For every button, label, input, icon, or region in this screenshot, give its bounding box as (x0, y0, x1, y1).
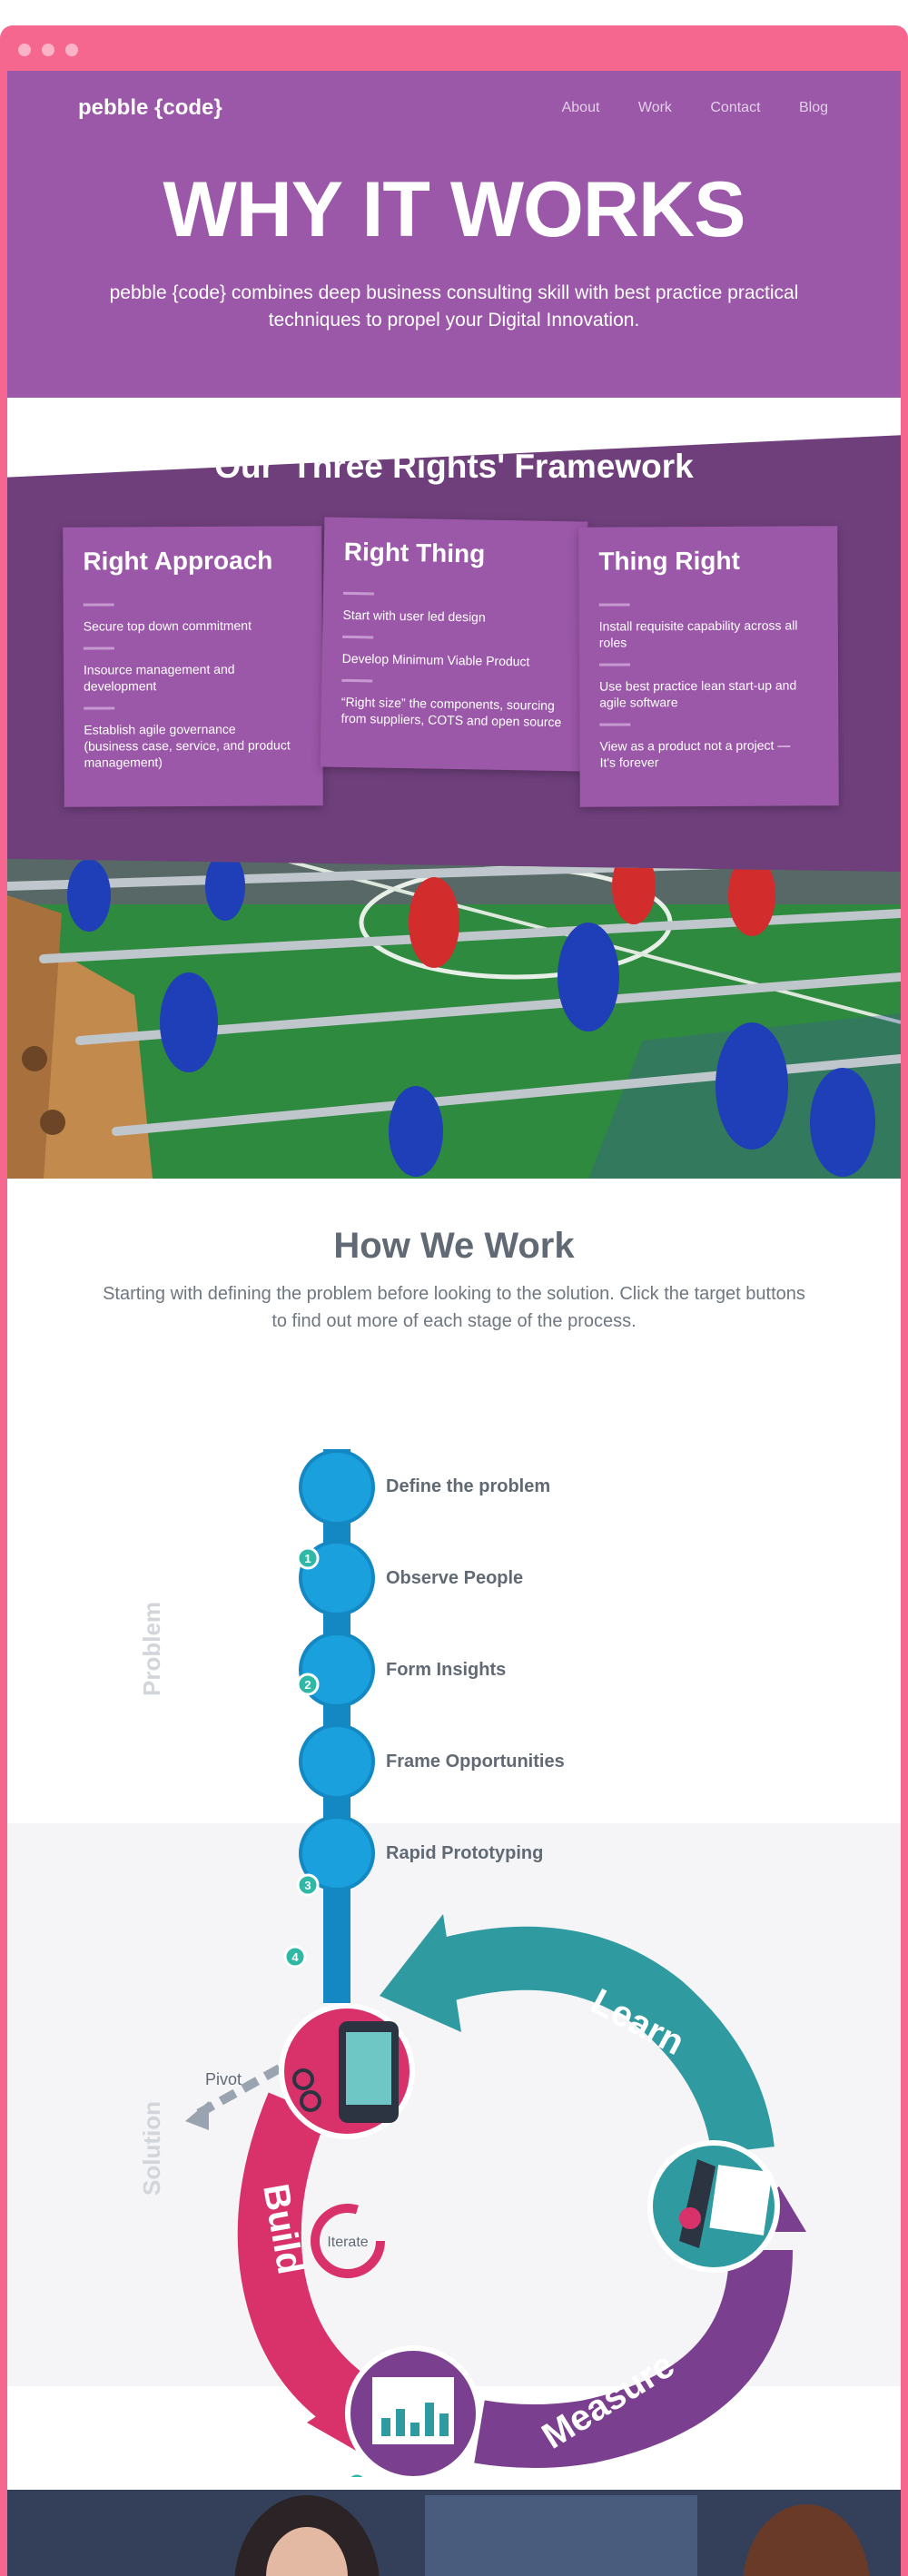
how-we-work-subtitle: Starting with defining the problem befor… (103, 1284, 805, 1331)
window-dot-icon[interactable] (18, 44, 31, 56)
divider (341, 678, 373, 683)
card-right-thing: Right Thing Start with user led design D… (320, 517, 588, 772)
stage-form-insights[interactable]: Form Insights (386, 1660, 506, 1681)
card-item: Use best practice lean start-up and agil… (599, 677, 797, 710)
card-item: Insource management and development (83, 661, 235, 694)
step-number: 3 (304, 1879, 311, 1892)
hero-title: WHY IT WORKS (163, 166, 746, 253)
stage-target-button[interactable] (299, 1449, 375, 1525)
divider (598, 663, 630, 666)
pivot-label: Pivot (205, 2070, 242, 2088)
window-dot-icon[interactable] (65, 44, 78, 56)
step-number: 4 (291, 1950, 299, 1964)
divider (84, 706, 115, 710)
divider (598, 603, 630, 607)
divider (83, 603, 114, 607)
team-photo (7, 2477, 901, 2576)
nav-work[interactable]: Work (638, 100, 672, 115)
divider (599, 723, 631, 726)
window-controls (18, 44, 89, 61)
card-item: “Right size” the components, sourcing fr… (340, 694, 562, 730)
divider (342, 635, 374, 639)
framework-title: Our 'Three Rights' Framework (214, 448, 694, 485)
divider (83, 646, 114, 650)
card-item: Establish agile governance (business cas… (84, 721, 291, 770)
step-number: 2 (304, 1678, 311, 1692)
card-title: Thing Right (598, 546, 740, 576)
card-item: Develop Minimum Viable Product (341, 650, 530, 669)
card-title: Right Thing (343, 537, 486, 568)
hero-subtitle: pebble {code} combines deep business con… (109, 282, 799, 331)
learn-arc (424, 1926, 775, 2155)
how-we-work-title: How We Work (333, 1226, 575, 1266)
document-icon (709, 2165, 773, 2235)
card-item: Install requisite capability across all … (598, 617, 798, 650)
main-nav: About Work Contact Blog (528, 100, 828, 116)
pivot-arrowhead-icon (185, 2101, 209, 2130)
card-item: Secure top down commitment (83, 617, 252, 634)
nav-blog[interactable]: Blog (799, 100, 828, 115)
stage-define-problem[interactable]: Define the problem (386, 1476, 550, 1497)
nav-contact[interactable]: Contact (710, 100, 760, 115)
stage-target-button[interactable] (299, 1723, 375, 1800)
card-item: Start with user led design (342, 607, 486, 625)
step-number: 1 (304, 1552, 311, 1565)
divider (342, 591, 374, 596)
stage-rapid-prototyping[interactable]: Rapid Prototyping (386, 1843, 543, 1864)
stage-target-button[interactable] (299, 1632, 375, 1708)
site-logo[interactable]: pebble {code} (78, 95, 222, 121)
card-title: Right Approach (83, 546, 273, 576)
nav-about[interactable]: About (562, 100, 600, 115)
foosball-image (7, 859, 901, 1179)
card-item: View as a product not a project — It's f… (599, 737, 791, 770)
web-page: pebble {code} About Work Contact Blog WH… (7, 71, 901, 2576)
window-dot-icon[interactable] (42, 44, 54, 56)
stage-observe-people[interactable]: Observe People (386, 1568, 523, 1589)
iterate-label: Iterate (327, 2235, 368, 2250)
stage-frame-opportunities[interactable]: Frame Opportunities (386, 1752, 565, 1772)
learn-arrowhead-icon (380, 1914, 461, 2032)
card-right-approach: Right Approach Secure top down commitmen… (63, 526, 323, 807)
card-thing-right: Thing Right Install requisite capability… (578, 526, 839, 807)
